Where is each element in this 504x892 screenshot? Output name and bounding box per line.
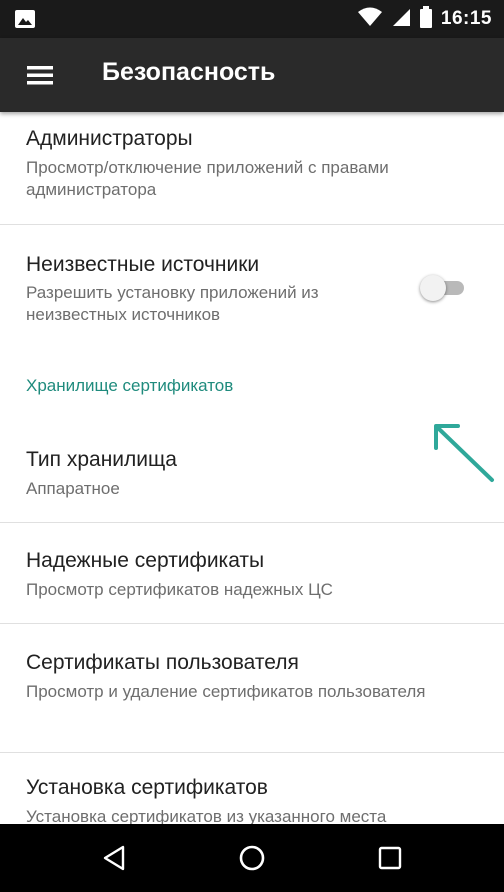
recents-icon[interactable] — [368, 836, 412, 880]
annotation-arrow-icon — [434, 424, 494, 482]
back-icon[interactable] — [92, 836, 136, 880]
status-bar: 16:15 — [0, 0, 504, 38]
app-toolbar: Безопасность — [0, 38, 504, 112]
setting-install-certificates[interactable]: Установка сертификатов Установка сертифи… — [0, 753, 504, 824]
setting-unknown-sources[interactable]: Неизвестные источники Разрешить установк… — [0, 225, 504, 359]
setting-summary: Просмотр и удаление сертификатов пользов… — [26, 682, 426, 701]
setting-administrators[interactable]: Администраторы Просмотр/отключение прило… — [0, 112, 504, 224]
setting-title: Сертификаты пользователя — [26, 651, 299, 674]
settings-list: Администраторы Просмотр/отключение прило… — [0, 112, 504, 824]
setting-summary: Аппаратное — [26, 479, 120, 498]
setting-title: Тип хранилища — [26, 448, 177, 471]
setting-title: Надежные сертификаты — [26, 549, 265, 572]
unknown-sources-toggle[interactable] — [420, 275, 466, 301]
toggle-thumb — [420, 275, 446, 301]
status-icons: 16:15 — [357, 0, 492, 38]
setting-summary: Разрешить установку приложений из неизве… — [26, 283, 319, 324]
setting-trusted-credentials[interactable]: Надежные сертификаты Просмотр сертификат… — [0, 523, 504, 623]
setting-title: Администраторы — [26, 127, 193, 150]
home-icon[interactable] — [230, 836, 274, 880]
setting-summary: Просмотр сертификатов надежных ЦС — [26, 580, 333, 599]
cellular-signal-icon — [391, 7, 411, 32]
page-title: Безопасность — [102, 58, 276, 86]
status-time: 16:15 — [440, 8, 492, 29]
hamburger-menu-icon[interactable] — [16, 52, 64, 98]
image-icon — [14, 9, 36, 29]
setting-title: Неизвестные источники — [26, 253, 260, 276]
wifi-icon — [357, 7, 383, 32]
setting-summary: Просмотр/отключение приложений с правами… — [26, 158, 389, 199]
setting-user-credentials[interactable]: Сертификаты пользователя Просмотр и удал… — [0, 624, 504, 752]
section-header-credential-storage: Хранилище сертификатов — [26, 376, 234, 395]
setting-title: Установка сертификатов — [26, 776, 268, 799]
navigation-bar — [0, 824, 504, 892]
battery-icon — [419, 5, 433, 33]
setting-summary: Установка сертификатов из указанного мес… — [26, 807, 387, 824]
